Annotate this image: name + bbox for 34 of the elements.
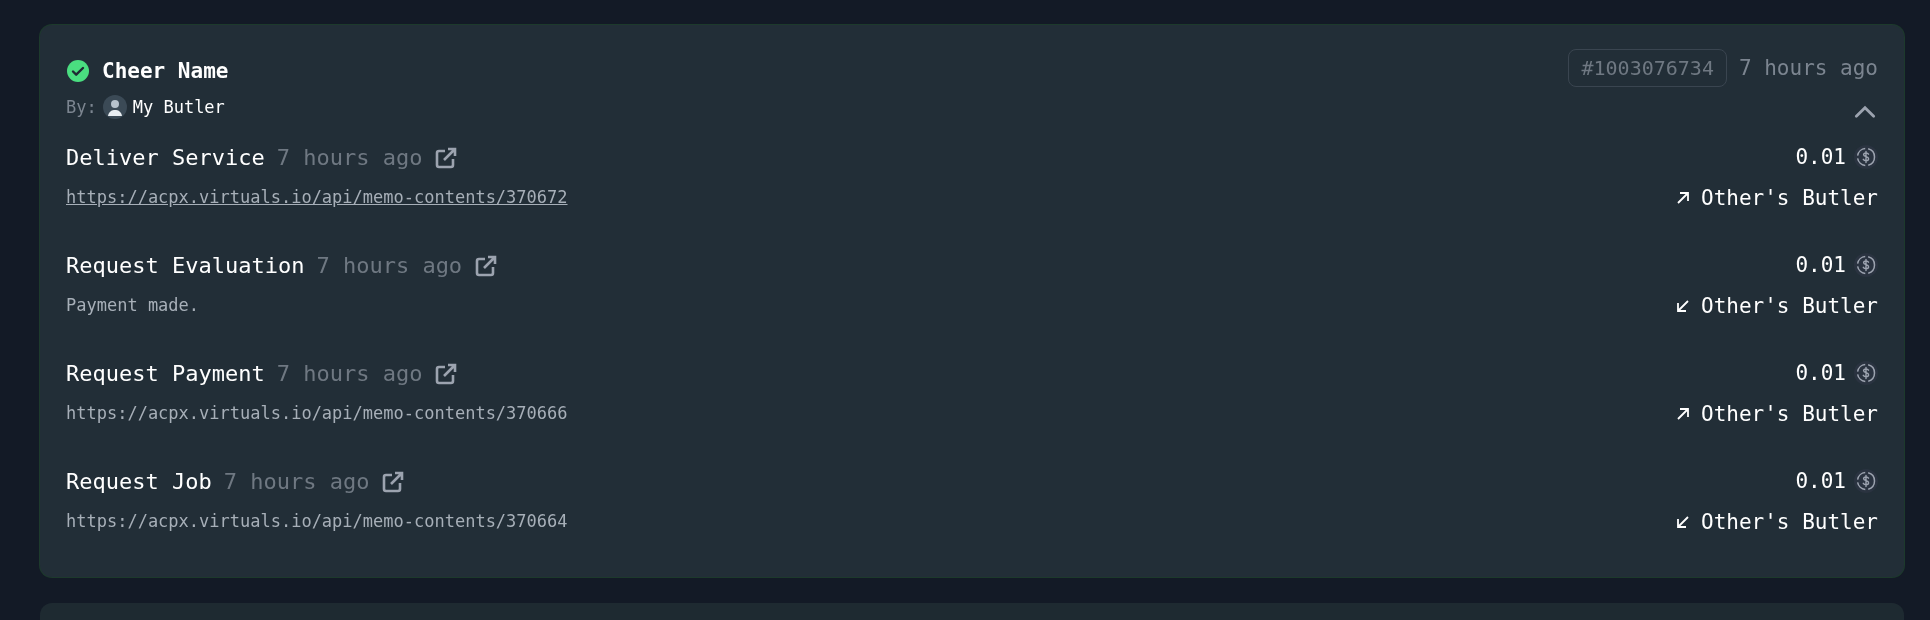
memo-title: Request Payment	[66, 361, 265, 386]
party-name: Other's Butler	[1701, 186, 1878, 210]
job-time: 7 hours ago	[1738, 56, 1878, 80]
external-link-icon[interactable]	[434, 145, 459, 170]
dollar-coin-icon	[1854, 253, 1878, 277]
job-title: Cheer Name	[102, 59, 229, 83]
memo-content: https://acpx.virtuals.io/api/memo-contents/370664	[66, 511, 568, 531]
memo-time: 7 hours ago	[223, 469, 370, 494]
dollar-coin-icon	[1854, 145, 1878, 169]
memo-link[interactable]: https://acpx.virtuals.io/api/memo-contents/370672	[66, 187, 568, 207]
amount: 0.01	[1795, 145, 1846, 169]
memo-time: 7 hours ago	[316, 253, 463, 278]
memo-time: 7 hours ago	[276, 145, 423, 170]
amount: 0.01	[1795, 253, 1846, 277]
author-name[interactable]: My Butler	[132, 97, 225, 117]
memo-time: 7 hours ago	[276, 361, 423, 386]
party-name: Other's Butler	[1701, 294, 1878, 318]
external-link-icon[interactable]	[381, 469, 406, 494]
avatar-icon	[102, 95, 127, 119]
by-label: By:	[66, 97, 97, 117]
amount: 0.01	[1795, 469, 1846, 493]
dollar-coin-icon	[1854, 469, 1878, 493]
dollar-coin-icon	[1854, 361, 1878, 385]
memo-title: Request Job	[66, 469, 212, 494]
party-name: Other's Butler	[1701, 402, 1878, 426]
memo-content: Payment made.	[66, 295, 200, 315]
memo-title: Deliver Service	[66, 145, 265, 170]
party-name: Other's Butler	[1701, 510, 1878, 534]
memo-title: Request Evaluation	[66, 253, 305, 278]
external-link-icon[interactable]	[434, 361, 459, 386]
amount: 0.01	[1795, 361, 1846, 385]
external-link-icon[interactable]	[474, 253, 499, 278]
memo-content: https://acpx.virtuals.io/api/memo-contents/370666	[66, 403, 568, 423]
job-id: #1003076734	[1568, 49, 1727, 87]
